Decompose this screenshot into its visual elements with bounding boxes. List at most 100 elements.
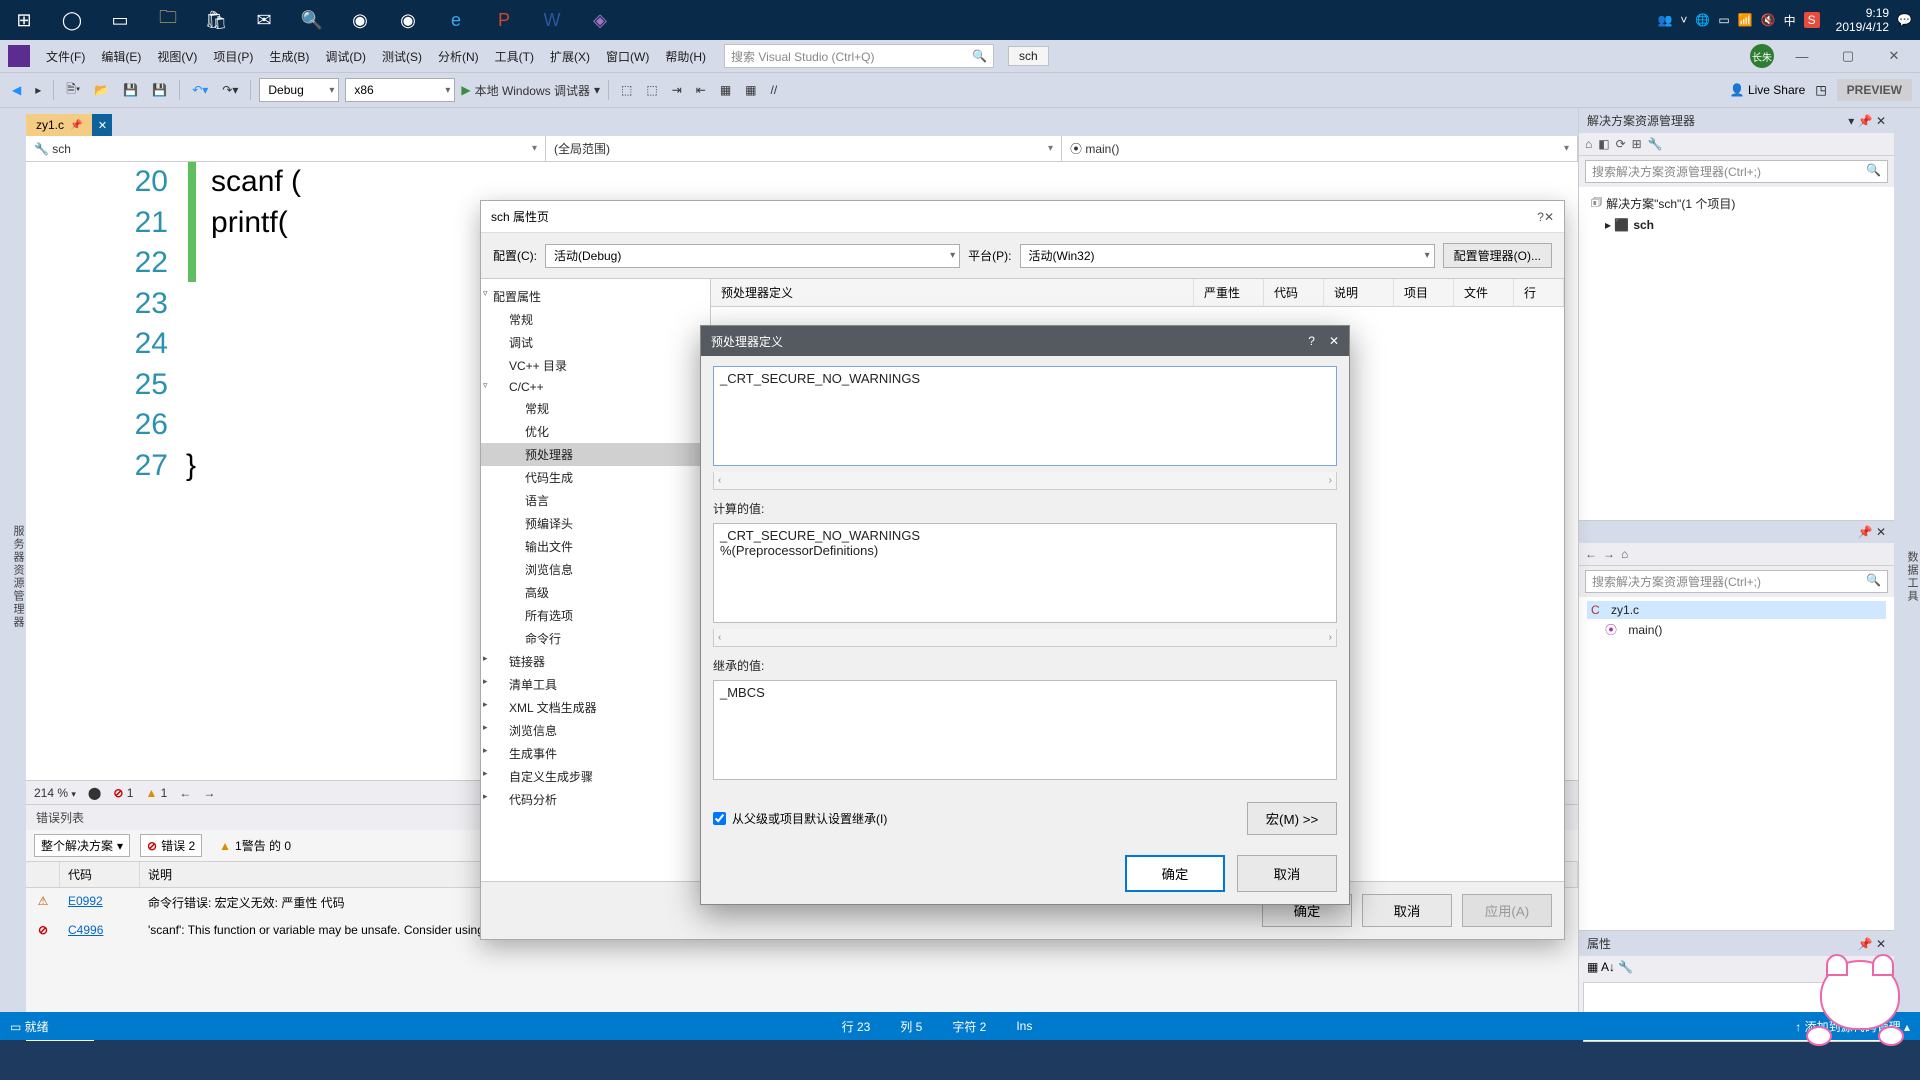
panel-close-icon[interactable]: ✕ xyxy=(1876,525,1886,539)
panel-pin-icon[interactable]: 📌 xyxy=(1858,937,1873,951)
menu-view[interactable]: 视图(V) xyxy=(151,44,203,69)
toolbar-icon-1[interactable]: ⬚ xyxy=(617,81,636,99)
explorer-icon[interactable]: 🗀 xyxy=(144,0,192,40)
property-tree-item[interactable]: ▸代码分析 xyxy=(481,788,710,811)
edge-icon[interactable]: e xyxy=(432,0,480,40)
warnings-filter[interactable]: ▲ 1警告 的 0 xyxy=(212,834,298,857)
property-tree-item[interactable]: ▸自定义生成步骤 xyxy=(481,765,710,788)
solution-tree[interactable]: 🗊 解决方案"sch"(1 个项目) ▸ ⬛ sch xyxy=(1579,187,1894,520)
save-icon[interactable]: 💾 xyxy=(119,81,142,99)
clock-time[interactable]: 9:19 xyxy=(1836,6,1889,20)
wifi-icon[interactable]: 📶 xyxy=(1738,13,1753,27)
cancel-button[interactable]: 取消 xyxy=(1362,894,1452,927)
toolbar-icon-2[interactable]: ⬚ xyxy=(642,81,661,99)
property-tree-item[interactable]: ▸生成事件 xyxy=(481,742,710,765)
menu-tools[interactable]: 工具(T) xyxy=(489,44,540,69)
help-icon[interactable]: ? xyxy=(1537,210,1544,224)
editor-tab-zy1c[interactable]: zy1.c📌 xyxy=(26,114,92,136)
macros-button[interactable]: 宏(M) >> xyxy=(1247,802,1337,835)
property-tree-item[interactable]: ▸XML 文档生成器 xyxy=(481,696,710,719)
ime-indicator[interactable]: 中 xyxy=(1784,12,1796,29)
nav-member-combo[interactable]: ⦿ main()▾ xyxy=(1062,136,1578,161)
solution-search-input[interactable]: 搜索解决方案资源管理器(Ctrl+;)🔍 xyxy=(1585,160,1888,183)
classview-search-input[interactable]: 搜索解决方案资源管理器(Ctrl+;)🔍 xyxy=(1585,570,1888,593)
collapse-icon[interactable]: ◧ xyxy=(1598,137,1609,151)
toolbar-icon-5[interactable]: ▦ xyxy=(716,81,735,99)
property-tree-item[interactable]: 常规 xyxy=(481,308,710,331)
chrome-icon[interactable]: ◉ xyxy=(336,0,384,40)
panel-close-icon[interactable]: ✕ xyxy=(1876,114,1886,128)
solution-badge[interactable]: sch xyxy=(1008,46,1049,66)
menu-test[interactable]: 测试(S) xyxy=(376,44,428,69)
error-icon[interactable]: ⊘ xyxy=(113,786,123,800)
property-tree-item[interactable]: VC++ 目录 xyxy=(481,354,710,377)
word-icon[interactable]: W xyxy=(528,0,576,40)
save-all-icon[interactable]: 💾 xyxy=(148,81,171,99)
function-node[interactable]: ⦿ main() xyxy=(1587,619,1886,640)
panel-dropdown-icon[interactable]: ▾ xyxy=(1848,114,1854,128)
nav-back-icon[interactable]: ◀ xyxy=(8,81,25,99)
home-icon[interactable]: ⌂ xyxy=(1585,137,1592,151)
chevron-up-icon[interactable]: ˅ xyxy=(1680,13,1687,27)
prev-issue-icon[interactable]: ← xyxy=(179,786,191,800)
close-icon[interactable]: ✕ xyxy=(1544,210,1554,224)
menu-analyze[interactable]: 分析(N) xyxy=(432,44,485,69)
property-tree-item[interactable]: 调试 xyxy=(481,331,710,354)
platform-combo[interactable]: 活动(Win32) xyxy=(1020,244,1435,268)
sogou-icon[interactable]: S xyxy=(1804,12,1820,28)
nav-scope-combo[interactable]: (全局范围)▾ xyxy=(546,136,1062,161)
platform-combo[interactable]: x86 xyxy=(345,78,455,102)
property-tree-item[interactable]: 浏览信息 xyxy=(481,558,710,581)
cortana-icon[interactable]: ◯ xyxy=(48,0,96,40)
start-debugging-button[interactable]: ▶本地 Windows 调试器 ▾ xyxy=(461,82,600,99)
pin-icon[interactable]: 📌 xyxy=(70,120,82,131)
minimize-button[interactable]: — xyxy=(1784,44,1820,68)
warning-icon[interactable]: ▲ xyxy=(145,786,157,800)
panel-close-icon[interactable]: ✕ xyxy=(1876,937,1886,951)
h-scrollbar[interactable]: ‹› xyxy=(713,629,1337,647)
search-icon[interactable]: 🔍 xyxy=(288,0,336,40)
close-icon[interactable]: ✕ xyxy=(1329,334,1339,348)
menu-edit[interactable]: 编辑(E) xyxy=(95,44,147,69)
config-combo[interactable]: Debug xyxy=(259,78,339,102)
solution-node[interactable]: 🗊 解决方案"sch"(1 个项目) xyxy=(1587,191,1886,216)
refresh-icon[interactable]: ⟳ xyxy=(1616,137,1626,151)
user-avatar[interactable]: 长朱 xyxy=(1750,44,1774,68)
properties-icon[interactable]: 🔧 xyxy=(1648,137,1663,151)
property-tree-item[interactable]: 输出文件 xyxy=(481,535,710,558)
menu-window[interactable]: 窗口(W) xyxy=(600,44,655,69)
ok-button[interactable]: 确定 xyxy=(1125,855,1225,892)
store-icon[interactable]: 🛍 xyxy=(192,0,240,40)
toolbar-icon-7[interactable]: // xyxy=(767,81,782,99)
property-tree-item[interactable]: 预编译头 xyxy=(481,512,710,535)
nav-fwd-icon[interactable]: ▸ xyxy=(31,81,45,99)
file-node[interactable]: C zy1.c xyxy=(1587,601,1886,619)
property-tree-item[interactable]: 常规 xyxy=(481,397,710,420)
property-tree-item[interactable]: ▸链接器 xyxy=(481,650,710,673)
maximize-button[interactable]: ▢ xyxy=(1830,44,1866,68)
help-icon[interactable]: ? xyxy=(1308,334,1315,348)
quick-launch-input[interactable]: 搜索 Visual Studio (Ctrl+Q)🔍 xyxy=(724,44,994,68)
server-explorer-tab[interactable]: 服务器资源管理器 xyxy=(0,108,26,1040)
property-tree-item[interactable]: 所有选项 xyxy=(481,604,710,627)
toolbox-tab[interactable]: 数据工具 xyxy=(1894,108,1920,1040)
next-issue-icon[interactable]: → xyxy=(203,786,215,800)
config-combo[interactable]: 活动(Debug) xyxy=(545,244,960,268)
powerpoint-icon[interactable]: P xyxy=(480,0,528,40)
open-icon[interactable]: 📂 xyxy=(90,81,113,99)
property-tree-item[interactable]: 优化 xyxy=(481,420,710,443)
taskview-icon[interactable]: ▭ xyxy=(96,0,144,40)
definitions-textarea[interactable] xyxy=(713,366,1337,466)
property-tree-item[interactable]: 语言 xyxy=(481,489,710,512)
no-issues-icon[interactable]: ⬤ xyxy=(88,786,101,800)
toolbar-icon-3[interactable]: ⇥ xyxy=(668,81,686,99)
globe-icon[interactable]: 🌐 xyxy=(1695,13,1710,27)
inherit-checkbox[interactable]: 从父级或项目默认设置继承(I) xyxy=(713,810,887,827)
battery-icon[interactable]: ▭ xyxy=(1718,13,1729,27)
chrome-canary-icon[interactable]: ◉ xyxy=(384,0,432,40)
back-icon[interactable]: ← xyxy=(1585,547,1597,561)
new-project-icon[interactable]: 🗎▾ xyxy=(62,78,84,103)
panel-pin-icon[interactable]: 📌 xyxy=(1858,525,1873,539)
tab-close-icon[interactable]: ✕ xyxy=(92,114,112,136)
errors-filter[interactable]: ⊘ 错误 2 xyxy=(140,834,202,857)
